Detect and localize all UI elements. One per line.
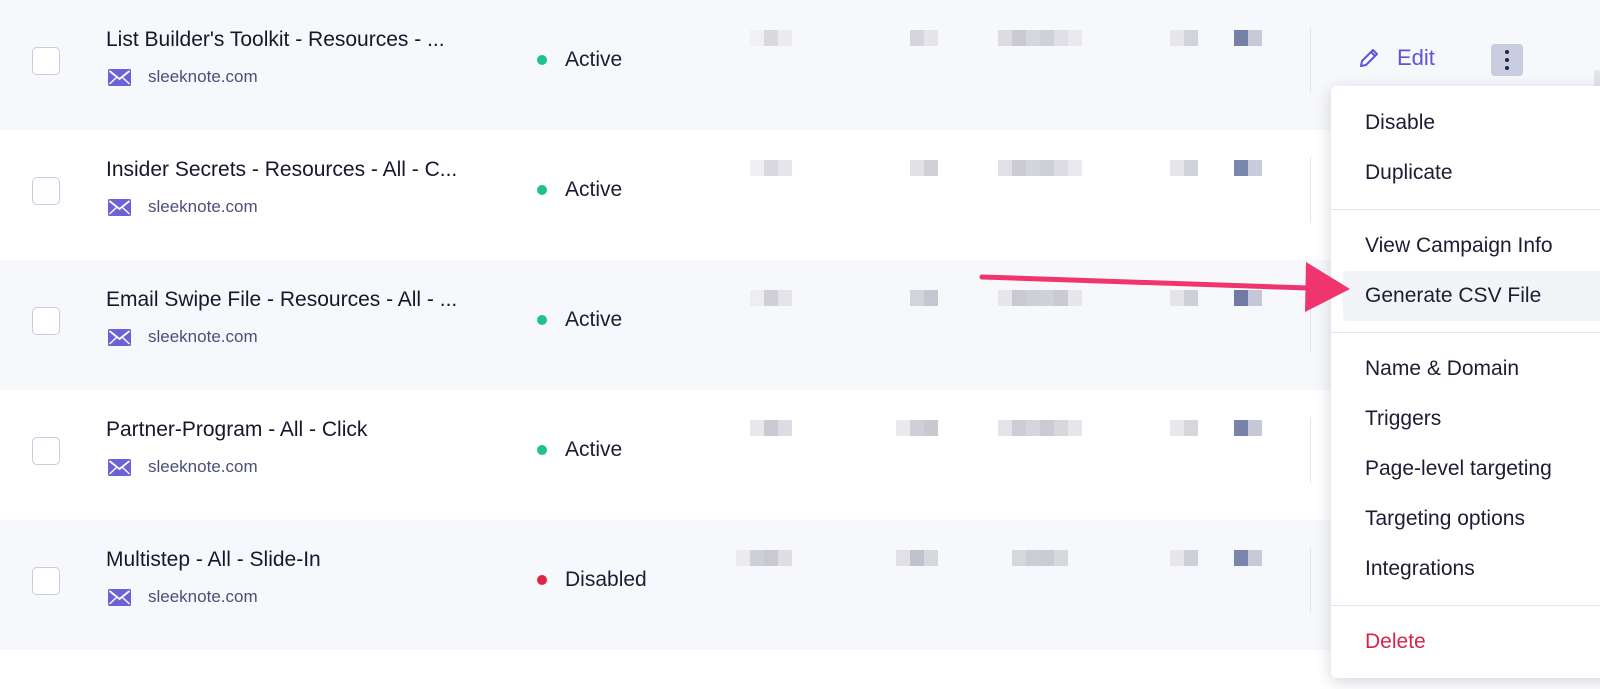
menu-item-delete[interactable]: Delete: [1331, 617, 1600, 667]
row-checkbox[interactable]: [32, 177, 60, 205]
envelope-icon: [108, 458, 131, 476]
menu-divider: [1331, 605, 1600, 606]
blurred-metric: [998, 160, 1082, 208]
menu-item-view-campaign-info[interactable]: View Campaign Info: [1331, 221, 1600, 271]
blurred-metric: [1234, 420, 1262, 468]
menu-item-generate-csv[interactable]: Generate CSV File: [1343, 271, 1600, 321]
blurred-metric: [910, 290, 938, 338]
envelope-icon: [108, 588, 131, 606]
status: Disabled: [537, 568, 647, 592]
menu-item-triggers[interactable]: Triggers: [1331, 394, 1600, 444]
column-divider: [1310, 417, 1311, 483]
row-checkbox[interactable]: [32, 47, 60, 75]
row-checkbox[interactable]: [32, 567, 60, 595]
menu-item-disable[interactable]: Disable: [1331, 98, 1600, 148]
menu-item-name-domain[interactable]: Name & Domain: [1331, 344, 1600, 394]
blurred-metric: [1234, 290, 1262, 338]
status-dot: [537, 185, 547, 195]
blurred-metric: [1170, 290, 1198, 338]
blurred-metric: [750, 160, 792, 208]
domain-text: sleeknote.com: [148, 327, 258, 346]
menu-item-page-level-targeting[interactable]: Page-level targeting: [1331, 444, 1600, 494]
domain-text: sleeknote.com: [148, 587, 258, 606]
blurred-metric: [1012, 550, 1068, 598]
column-divider: [1310, 547, 1311, 613]
menu-item-targeting-options[interactable]: Targeting options: [1331, 494, 1600, 544]
status: Active: [537, 438, 622, 462]
blurred-metric: [1234, 30, 1262, 78]
menu-divider: [1331, 209, 1600, 210]
edit-label: Edit: [1397, 45, 1435, 70]
domain-line: sleeknote.com: [108, 587, 258, 607]
blurred-metric: [896, 420, 938, 468]
domain-text: sleeknote.com: [148, 457, 258, 476]
status-text: Active: [565, 48, 623, 71]
envelope-icon: [108, 328, 131, 346]
status: Active: [537, 308, 622, 332]
status-text: Active: [565, 438, 623, 461]
status-text: Disabled: [565, 568, 647, 591]
menu-divider: [1331, 332, 1600, 333]
blurred-metric: [1170, 420, 1198, 468]
blurred-metric: [998, 290, 1082, 338]
campaign-name[interactable]: Email Swipe File - Resources - All - ...: [106, 288, 457, 312]
campaign-name[interactable]: Insider Secrets - Resources - All - C...: [106, 158, 457, 182]
status: Active: [537, 178, 622, 202]
status-dot: [537, 575, 547, 585]
row-actions-menu: Disable Duplicate View Campaign Info Gen…: [1331, 86, 1600, 678]
blurred-metric: [736, 550, 792, 598]
column-divider: [1310, 287, 1311, 353]
blurred-metric: [896, 550, 938, 598]
domain-text: sleeknote.com: [148, 67, 258, 86]
blurred-metric: [910, 160, 938, 208]
domain-line: sleeknote.com: [108, 457, 258, 477]
column-divider: [1310, 27, 1311, 93]
domain-text: sleeknote.com: [148, 197, 258, 216]
blurred-metric: [750, 420, 792, 468]
status-dot: [537, 445, 547, 455]
pencil-icon: [1360, 49, 1378, 67]
blurred-metric: [998, 420, 1082, 468]
blurred-metric: [998, 30, 1082, 78]
status-dot: [537, 55, 547, 65]
status-text: Active: [565, 178, 623, 201]
more-vertical-icon[interactable]: [1491, 44, 1523, 76]
status-text: Active: [565, 308, 623, 331]
blurred-metric: [750, 30, 792, 78]
column-divider: [1310, 157, 1311, 223]
campaign-name[interactable]: Partner-Program - All - Click: [106, 418, 367, 442]
campaign-name[interactable]: List Builder's Toolkit - Resources - ...: [106, 28, 445, 52]
edit-button[interactable]: Edit: [1357, 45, 1435, 71]
campaign-name[interactable]: Multistep - All - Slide-In: [106, 548, 321, 572]
menu-item-integrations[interactable]: Integrations: [1331, 544, 1600, 594]
blurred-metric: [1170, 550, 1198, 598]
blurred-metric: [1234, 550, 1262, 598]
domain-line: sleeknote.com: [108, 327, 258, 347]
row-checkbox[interactable]: [32, 307, 60, 335]
envelope-icon: [108, 198, 131, 216]
menu-item-duplicate[interactable]: Duplicate: [1331, 148, 1600, 198]
domain-line: sleeknote.com: [108, 197, 258, 217]
blurred-metric: [1234, 160, 1262, 208]
blurred-metric: [1170, 30, 1198, 78]
envelope-icon: [108, 68, 131, 86]
status-dot: [537, 315, 547, 325]
blurred-metric: [910, 30, 938, 78]
domain-line: sleeknote.com: [108, 67, 258, 87]
row-checkbox[interactable]: [32, 437, 60, 465]
blurred-metric: [1170, 160, 1198, 208]
blurred-metric: [750, 290, 792, 338]
status: Active: [537, 48, 622, 72]
